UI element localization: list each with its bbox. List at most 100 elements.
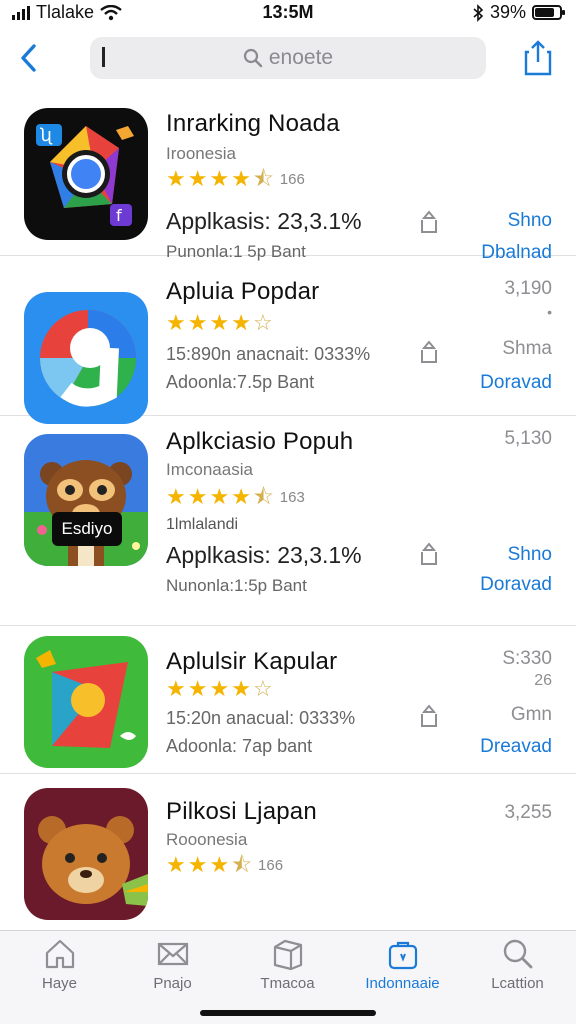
share-action[interactable]: Shma xyxy=(502,338,552,360)
battery-percent: 39% xyxy=(489,2,526,22)
download-button[interactable]: Doravad xyxy=(480,574,552,596)
half-star-icon: ⯪ xyxy=(252,484,274,509)
app-subtitle: Rooonesia xyxy=(166,830,248,849)
box-icon xyxy=(273,939,302,971)
tab-indonesia[interactable]: Indonnaaie xyxy=(345,937,460,992)
app-name: Pilkosi Ljapan xyxy=(166,798,317,825)
app-meta: Nunonla:1:5p Bant xyxy=(166,576,307,595)
app-icon-camera[interactable]: ʯ f xyxy=(24,108,148,240)
share-action[interactable]: Shno xyxy=(508,544,552,566)
tab-label: Lcattion xyxy=(491,975,544,992)
dot-separator: • xyxy=(547,304,552,320)
star-icon: ★ xyxy=(166,852,186,877)
half-star-icon: ⯪ xyxy=(231,852,253,877)
tab-search[interactable]: Lcattion xyxy=(460,937,575,992)
battery-fill xyxy=(535,8,554,17)
bluetooth-icon xyxy=(473,3,484,22)
tab-label: Pnajo xyxy=(153,975,192,992)
app-description: 15:20n anacual: 0333% xyxy=(166,708,356,728)
star-icon: ★ xyxy=(209,852,230,877)
teddy-bear-icon xyxy=(38,816,148,906)
tab-label: Tmacoa xyxy=(260,975,315,992)
rating-stars: ★ ★ ★ ★ ☆ xyxy=(166,678,273,700)
star-icon: ★ xyxy=(209,166,230,191)
battery-icon xyxy=(532,5,565,20)
app-size: 3,255 xyxy=(504,802,552,823)
status-bar: Tlalake 13:5M 39% xyxy=(0,0,576,26)
search-query: enoete xyxy=(268,46,334,69)
star-icon: ★ xyxy=(166,484,186,509)
nine-logo-icon xyxy=(39,310,137,407)
star-icon: ★ xyxy=(166,676,186,701)
search-icon xyxy=(503,939,532,969)
star-icon: ★ xyxy=(166,310,186,335)
app-icon-bear[interactable] xyxy=(24,788,148,920)
download-button[interactable]: Doravad xyxy=(480,372,552,394)
play-logo-icon xyxy=(36,650,136,748)
rating-stars: ★ ★ ★ ★ ⯪ 163 xyxy=(166,486,305,508)
app-name: Aplulsir Kapular xyxy=(166,648,338,675)
rating-stars: ★ ★ ★ ★ ☆ xyxy=(166,312,273,334)
app-name: Apluia Popdar xyxy=(166,278,320,305)
star-icon: ★ xyxy=(187,166,208,191)
app-description: Applkasis: 23,3.1% xyxy=(166,208,362,234)
app-icon-nine[interactable] xyxy=(24,292,148,424)
search-icon xyxy=(243,48,263,68)
share-icon[interactable] xyxy=(522,38,554,78)
star-icon: ★ xyxy=(209,310,230,335)
app-icon-bear-cartoon[interactable] xyxy=(24,434,148,566)
app-name: Inrarking Noada xyxy=(166,110,340,137)
list-item[interactable]: Pilkosi Ljapan Rooonesia ★ ★ ★ ⯪ 166 3,255 xyxy=(0,774,576,934)
svg-text:ʯ: ʯ xyxy=(40,125,53,146)
tab-messages[interactable]: Pnajo xyxy=(115,937,230,992)
search-field[interactable]: enoete xyxy=(90,37,486,79)
upload-icon[interactable] xyxy=(418,340,440,366)
nav-bar: enoete xyxy=(0,30,576,86)
list-item[interactable]: Aplulsir Kapular ★ ★ ★ ★ ☆ 15:20n anacual: 0… xyxy=(0,626,576,774)
house-icon xyxy=(45,939,74,969)
half-star-icon: ☆ xyxy=(252,310,273,335)
rating-count: 163 xyxy=(279,488,305,506)
star-icon: ★ xyxy=(166,166,186,191)
star-icon: ★ xyxy=(231,484,251,509)
rating-count: 166 xyxy=(258,856,284,874)
half-star-icon: ⯪ xyxy=(252,166,274,191)
half-star-icon: ☆ xyxy=(252,676,273,701)
app-meta: Adoonla:7.5p Bant xyxy=(166,372,315,392)
app-size: 5,130 xyxy=(504,428,552,449)
upload-icon[interactable] xyxy=(418,210,440,236)
share-action[interactable]: Shno xyxy=(508,210,552,232)
app-icon-play[interactable] xyxy=(24,636,148,768)
app-description: Applkasis: 23,3.1% xyxy=(166,542,362,568)
star-icon: ★ xyxy=(187,310,208,335)
star-icon: ★ xyxy=(187,676,208,701)
app-size: 3,190 xyxy=(504,278,552,299)
tab-home[interactable]: Haye xyxy=(2,937,117,992)
upload-icon[interactable] xyxy=(418,542,440,568)
camera-lens-icon: ʯ f xyxy=(36,124,134,226)
tab-label: Indonnaaie xyxy=(365,975,440,992)
app-size-sub: 26 xyxy=(534,672,552,689)
back-chevron-icon[interactable] xyxy=(14,38,44,78)
app-name: Aplkciasio Popuh xyxy=(166,428,354,455)
download-button[interactable]: Dreavad xyxy=(480,736,552,758)
app-badge-label: Esdiyo xyxy=(52,512,122,546)
star-icon: ★ xyxy=(231,676,251,701)
star-icon: ★ xyxy=(187,484,208,509)
app-subtitle: Iroonesia xyxy=(166,144,236,163)
bag-icon xyxy=(388,941,417,970)
tab-box[interactable]: Tmacoa xyxy=(230,937,345,992)
tab-label: Haye xyxy=(41,975,78,992)
app-extra-line: 1lmlalandi xyxy=(166,516,239,533)
text-cursor xyxy=(102,47,105,67)
list-item[interactable]: Apluia Popdar ★ ★ ★ ★ ☆ 15:890n anacnait: 03… xyxy=(0,256,576,424)
share-action[interactable]: Gmn xyxy=(511,704,552,726)
app-meta: Adoonla: 7ap bant xyxy=(166,736,313,756)
app-size: S:330 xyxy=(502,648,552,669)
status-right: 39% xyxy=(472,2,565,23)
list-item[interactable]: ʯ f Inrarking Noada Iroonesia ★ ★ ★ ★ ⯪ 166 … xyxy=(0,96,576,263)
upload-icon[interactable] xyxy=(418,704,440,730)
rating-stars: ★ ★ ★ ★ ⯪ 166 xyxy=(166,168,305,190)
rating-count: 166 xyxy=(279,170,305,188)
bear-character-icon xyxy=(24,460,148,566)
